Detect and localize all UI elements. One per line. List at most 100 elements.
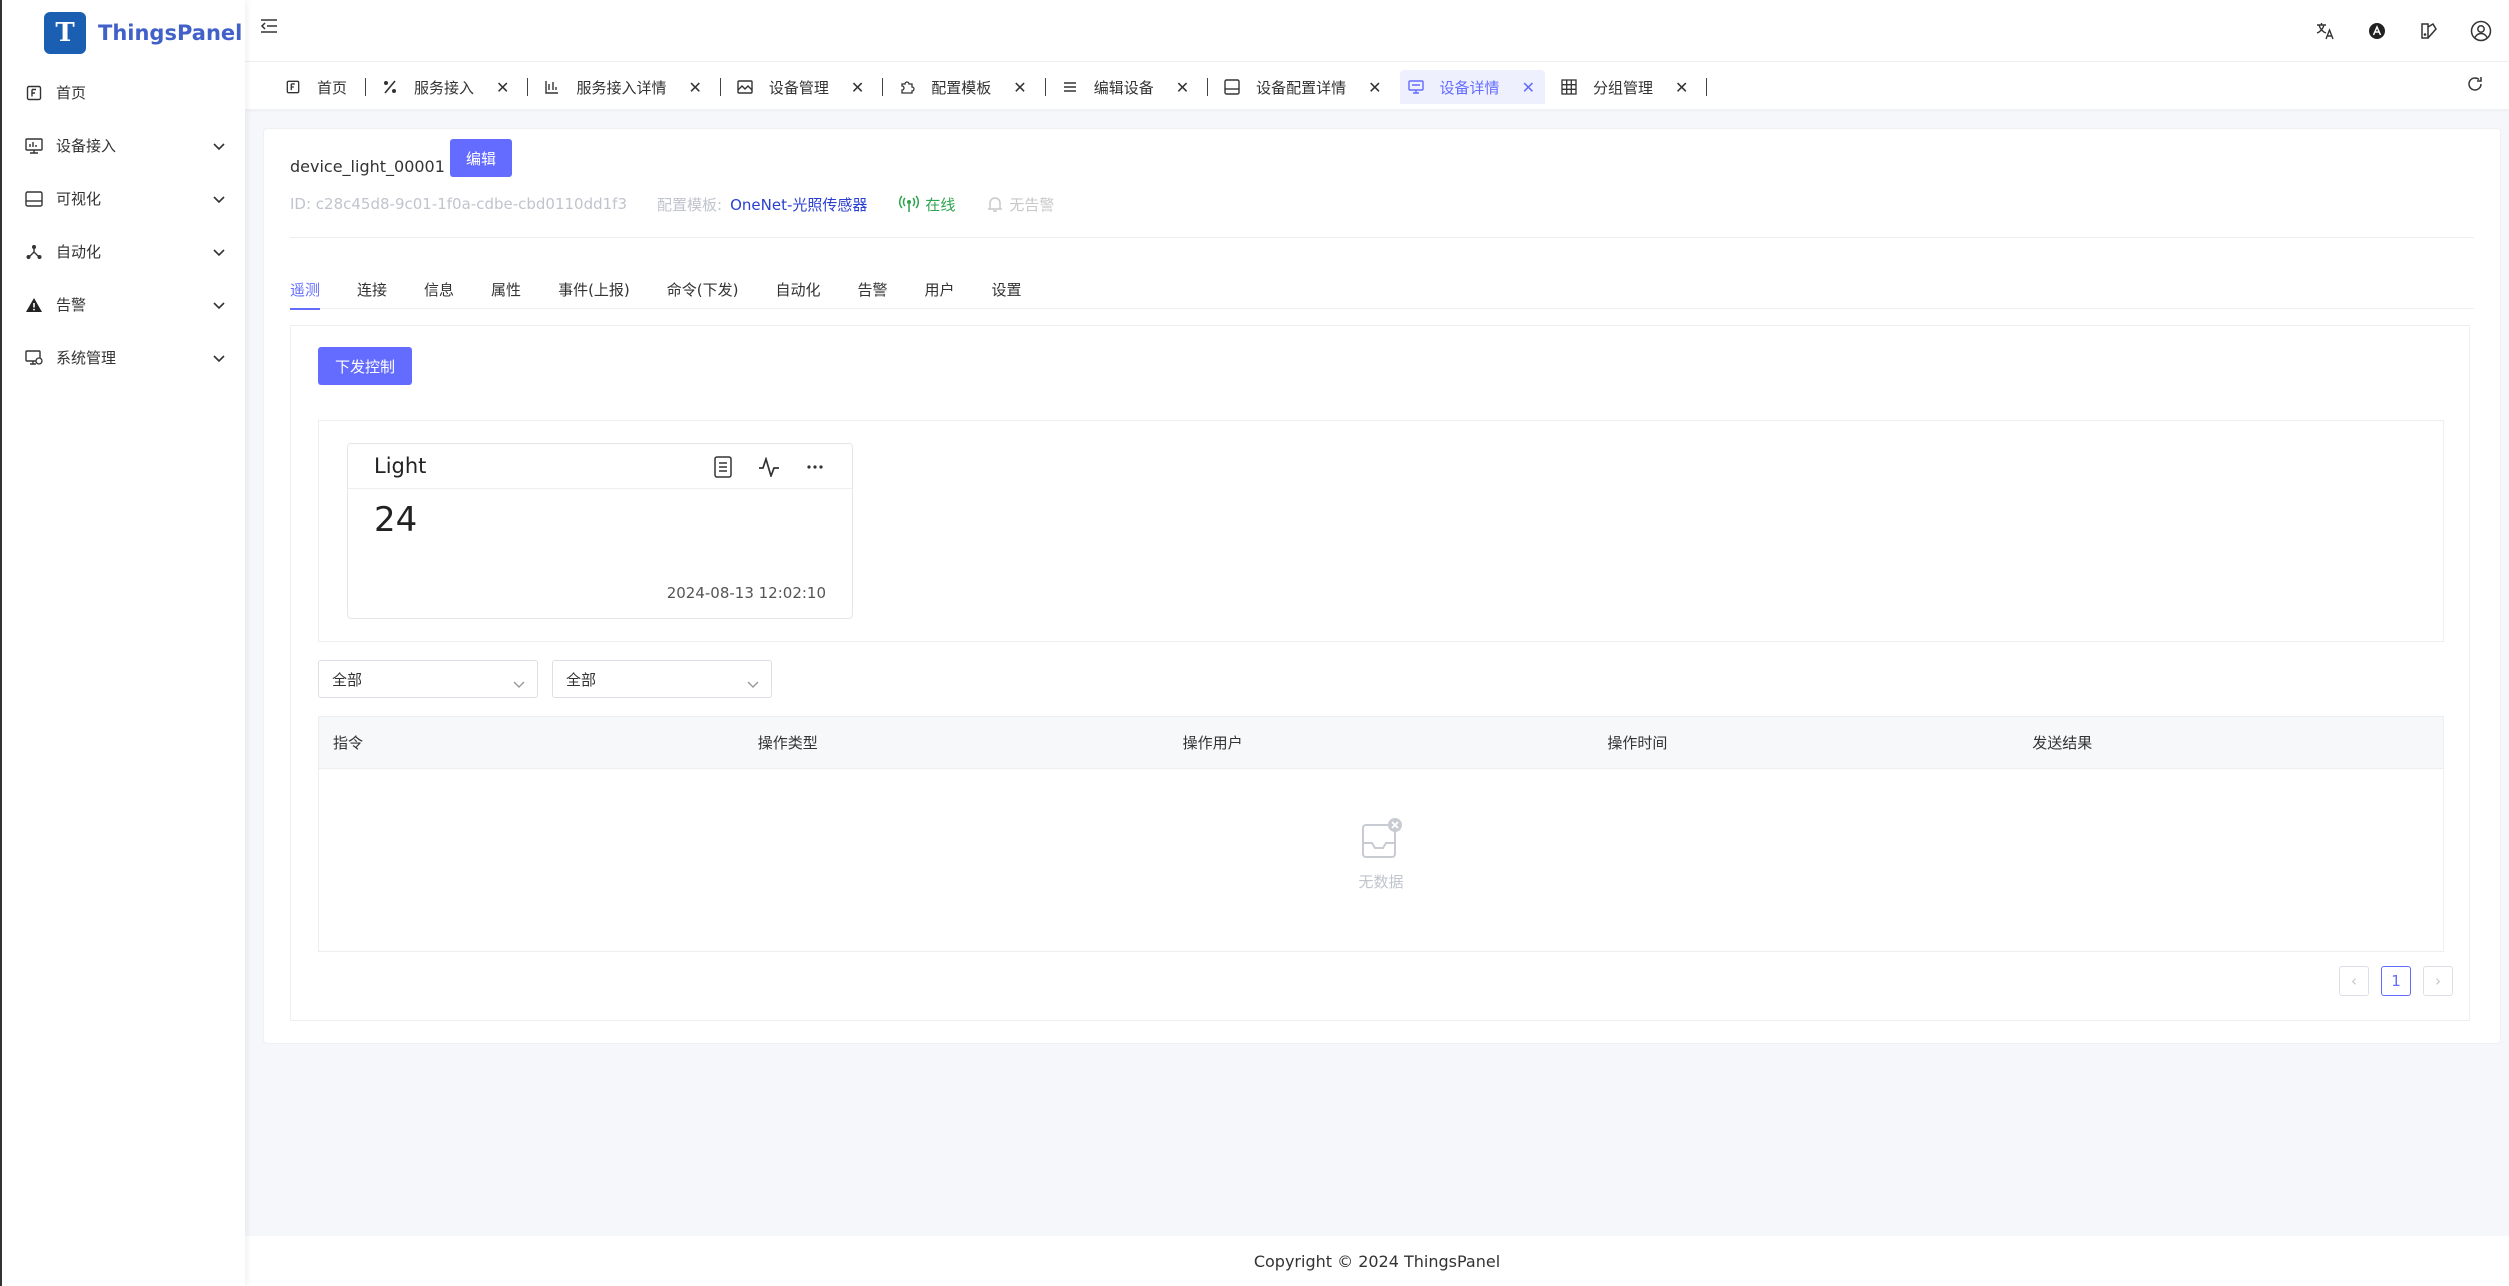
panel-icon xyxy=(1224,79,1240,95)
device-access-icon xyxy=(24,136,44,156)
empty-text: 无数据 xyxy=(1358,873,1404,891)
close-icon[interactable]: ✕ xyxy=(688,78,701,97)
device-name: device_light_00001 xyxy=(290,156,445,176)
empty-state: 无数据 xyxy=(319,817,2443,892)
sidebar-item-label: 告警 xyxy=(56,296,87,314)
monitor-icon xyxy=(1407,79,1424,95)
chevron-down-icon xyxy=(213,190,225,208)
close-icon[interactable]: ✕ xyxy=(1675,78,1688,97)
chevron-down-icon xyxy=(213,243,225,261)
tab-label: 配置模板 xyxy=(931,78,992,97)
sidebar-item-label: 自动化 xyxy=(56,243,102,261)
tab-info[interactable]: 信息 xyxy=(424,269,454,309)
tab-service-access-detail[interactable]: 服务接入详情 ✕ xyxy=(536,70,711,104)
tab-telemetry[interactable]: 遥测 xyxy=(290,269,321,310)
sidebar-item-label: 可视化 xyxy=(56,190,102,208)
percent-icon xyxy=(382,79,398,95)
refresh-icon[interactable] xyxy=(2465,74,2485,98)
tab-group-management[interactable]: 分组管理 ✕ xyxy=(1553,70,1698,104)
system-management-icon xyxy=(24,348,44,368)
tab-users[interactable]: 用户 xyxy=(925,269,955,309)
telemetry-card-timestamp: 2024-08-13 12:02:10 xyxy=(666,584,826,602)
chevron-down-icon xyxy=(747,675,759,693)
collapse-menu-icon[interactable] xyxy=(260,18,278,38)
close-icon[interactable]: ✕ xyxy=(1522,78,1535,97)
edit-button[interactable]: 编辑 xyxy=(450,139,512,177)
chevron-down-icon xyxy=(213,349,225,367)
divider xyxy=(290,237,2474,238)
tab-service-access[interactable]: 服务接入 ✕ xyxy=(374,70,519,104)
close-icon[interactable]: ✕ xyxy=(1176,78,1189,97)
next-page-button[interactable]: › xyxy=(2423,966,2453,996)
telemetry-card-title: Light xyxy=(374,454,427,478)
tab-automation[interactable]: 自动化 xyxy=(776,269,821,309)
template-link[interactable]: OneNet-光照传感器 xyxy=(730,194,867,215)
theme-mode-icon[interactable] xyxy=(2363,17,2391,45)
sidebar-item-device-access[interactable]: 设备接入 xyxy=(2,119,245,172)
sidebar-item-alarm[interactable]: 告警 xyxy=(2,278,245,331)
tab-home[interactable]: 首页 xyxy=(277,70,357,104)
tab-device-config-detail[interactable]: 设备配置详情 ✕ xyxy=(1216,70,1391,104)
tab-device-management[interactable]: 设备管理 ✕ xyxy=(729,70,874,104)
puzzle-icon xyxy=(899,79,915,95)
column-header: 操作类型 xyxy=(757,734,818,752)
alarm-bell-icon xyxy=(987,195,1003,213)
tab-label: 设备管理 xyxy=(768,78,829,97)
online-status: 在线 xyxy=(899,194,955,215)
sidebar-item-home[interactable]: 首页 xyxy=(2,66,245,119)
column-header: 操作时间 xyxy=(1607,734,1668,752)
tab-divider xyxy=(719,78,721,96)
image-icon xyxy=(737,79,753,95)
alarm-text: 无告警 xyxy=(1009,195,1055,214)
send-control-button[interactable]: 下发控制 xyxy=(318,347,412,385)
tab-settings[interactable]: 设置 xyxy=(992,269,1022,309)
close-icon[interactable]: ✕ xyxy=(1013,78,1026,97)
column-header: 发送结果 xyxy=(2032,734,2093,752)
tab-alarm[interactable]: 告警 xyxy=(858,269,888,309)
chart-pulse-icon[interactable] xyxy=(756,454,782,480)
tab-label: 分组管理 xyxy=(1592,78,1653,97)
alarm-icon xyxy=(24,295,44,315)
page-number[interactable]: 1 xyxy=(2381,966,2411,996)
empty-inbox-icon xyxy=(1359,817,1403,865)
app-name: ThingsPanel xyxy=(98,21,243,45)
tab-divider xyxy=(1706,78,1708,96)
sidebar-item-system-management[interactable]: 系统管理 xyxy=(2,331,245,384)
tab-label: 首页 xyxy=(317,78,348,97)
chevron-down-icon xyxy=(213,137,225,155)
device-meta: ID: c28c45d8-9c01-1f0a-cdbe-cbd0110dd1f3… xyxy=(290,189,1054,219)
close-icon[interactable]: ✕ xyxy=(496,78,509,97)
chevron-down-icon xyxy=(513,675,525,693)
tab-divider xyxy=(365,78,367,96)
column-header: 操作用户 xyxy=(1182,734,1243,752)
tab-config-template[interactable]: 配置模板 ✕ xyxy=(891,70,1036,104)
filter-select-1[interactable]: 全部 xyxy=(318,660,538,698)
filter-select-2[interactable]: 全部 xyxy=(552,660,772,698)
column-header: 指令 xyxy=(333,734,364,752)
tab-events[interactable]: 事件(上报) xyxy=(558,269,630,309)
close-icon[interactable]: ✕ xyxy=(1368,78,1381,97)
tab-connection[interactable]: 连接 xyxy=(357,269,387,309)
select-value: 全部 xyxy=(566,670,597,689)
tab-commands[interactable]: 命令(下发) xyxy=(667,269,739,309)
more-options-icon[interactable] xyxy=(802,454,828,480)
command-table: 指令 操作类型 操作用户 操作时间 发送结果 无数据 xyxy=(318,716,2444,952)
sidebar-item-automation[interactable]: 自动化 xyxy=(2,225,245,278)
theme-config-icon[interactable] xyxy=(2415,17,2443,45)
close-icon[interactable]: ✕ xyxy=(851,78,864,97)
user-avatar-icon[interactable] xyxy=(2467,17,2495,45)
tab-attributes[interactable]: 属性 xyxy=(491,269,521,309)
tab-edit-device[interactable]: 编辑设备 ✕ xyxy=(1054,70,1199,104)
sidebar-item-visualization[interactable]: 可视化 xyxy=(2,172,245,225)
device-id: ID: c28c45d8-9c01-1f0a-cdbe-cbd0110dd1f3 xyxy=(290,195,628,213)
select-value: 全部 xyxy=(332,670,363,689)
language-icon[interactable] xyxy=(2311,17,2339,45)
logo[interactable]: T ThingsPanel xyxy=(2,0,245,66)
prev-page-button[interactable]: ‹ xyxy=(2339,966,2369,996)
history-list-icon[interactable] xyxy=(710,454,736,480)
tab-device-detail[interactable]: 设备详情 ✕ xyxy=(1399,70,1545,104)
thingspanel-logo-icon: T xyxy=(44,12,86,54)
list-icon xyxy=(1062,79,1078,95)
tab-label: 服务接入 xyxy=(414,78,475,97)
telemetry-card-value: 24 xyxy=(374,500,418,540)
